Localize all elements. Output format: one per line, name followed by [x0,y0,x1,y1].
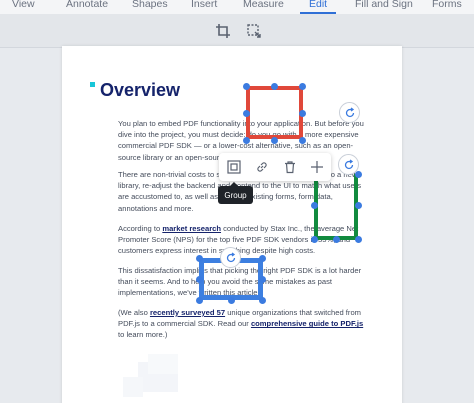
red-shape-handle-top[interactable] [271,83,278,90]
green-shape-handle-bottom-left[interactable] [311,236,318,243]
crop-button[interactable] [213,21,233,41]
group-tooltip: Group [218,186,253,204]
edit-toolbar [0,14,474,48]
blue-shape-handle-bottom-left[interactable] [196,297,203,304]
red-shape-handle-top-left[interactable] [243,83,250,90]
tab-shapes[interactable]: Shapes [132,0,168,10]
tab-edit[interactable]: Edit [309,0,327,10]
red-shape-handle-left[interactable] [243,110,250,117]
paragraph-5-text-c: to learn more.) [118,330,168,340]
green-shape-handle-right[interactable] [355,202,362,209]
paragraph-3-text-a: According to [118,224,163,233]
menu-bar: View Annotate Shapes Insert Measure Edit… [0,0,474,14]
blue-shape-handle-bottom-right[interactable] [259,297,266,304]
green-shape-handle-bottom[interactable] [333,236,340,243]
paragraph-5: (We also recently surveyed 57 unique org… [118,307,368,341]
green-shape-handle-top-right[interactable] [355,171,362,178]
blue-shape-handle-top-left[interactable] [196,255,203,262]
link-icon [257,162,267,172]
blue-shape-handle-top-right[interactable] [259,255,266,262]
crop-select-button[interactable] [244,21,264,41]
green-rectangle-shape[interactable] [314,174,358,240]
red-shape-handle-right[interactable] [299,110,306,117]
tab-insert[interactable]: Insert [191,0,217,10]
red-shape-rotate-handle[interactable] [339,102,360,123]
rotate-icon [345,106,354,117]
red-shape-handle-bottom[interactable] [271,137,278,144]
pdfjs-guide-link[interactable]: comprehensive guide to PDF.js [251,319,363,328]
green-shape-handle-left[interactable] [311,202,318,209]
red-rectangle-shape[interactable] [246,86,303,139]
tab-view[interactable]: View [12,0,35,10]
group-button[interactable] [224,157,244,177]
link-button[interactable] [252,157,272,177]
move-icon [311,161,323,173]
document-illustration [123,354,178,397]
market-research-link[interactable]: market research [162,224,221,233]
move-button[interactable] [307,157,327,177]
document-title: Overview [100,80,181,100]
blue-shape-handle-bottom[interactable] [228,297,235,304]
blue-shape-rotate-handle[interactable] [220,247,241,268]
red-shape-handle-top-right[interactable] [299,83,306,90]
trash-icon [285,161,295,174]
green-shape-handle-bottom-right[interactable] [355,236,362,243]
crop-icon [216,24,230,38]
tab-fill-and-sign[interactable]: Fill and Sign [355,0,413,10]
group-icon [227,160,241,174]
crop-select-icon [247,24,261,38]
tab-forms[interactable]: Forms [432,0,462,10]
paragraph-5-text-a: (We also [118,308,150,317]
annotation-popup-toolbar [219,153,331,181]
survey-link[interactable]: recently surveyed 57 [150,308,225,317]
delete-button[interactable] [280,157,300,177]
blue-shape-handle-right[interactable] [259,276,266,283]
title-accent [90,82,95,87]
green-shape-rotate-handle[interactable] [338,154,359,175]
red-shape-handle-bottom-right[interactable] [299,137,306,144]
red-shape-handle-bottom-left[interactable] [243,137,250,144]
blue-shape-handle-left[interactable] [196,276,203,283]
rotate-icon [344,158,353,169]
tab-measure[interactable]: Measure [243,0,284,10]
tab-annotate[interactable]: Annotate [66,0,108,10]
rotate-icon [226,251,235,262]
